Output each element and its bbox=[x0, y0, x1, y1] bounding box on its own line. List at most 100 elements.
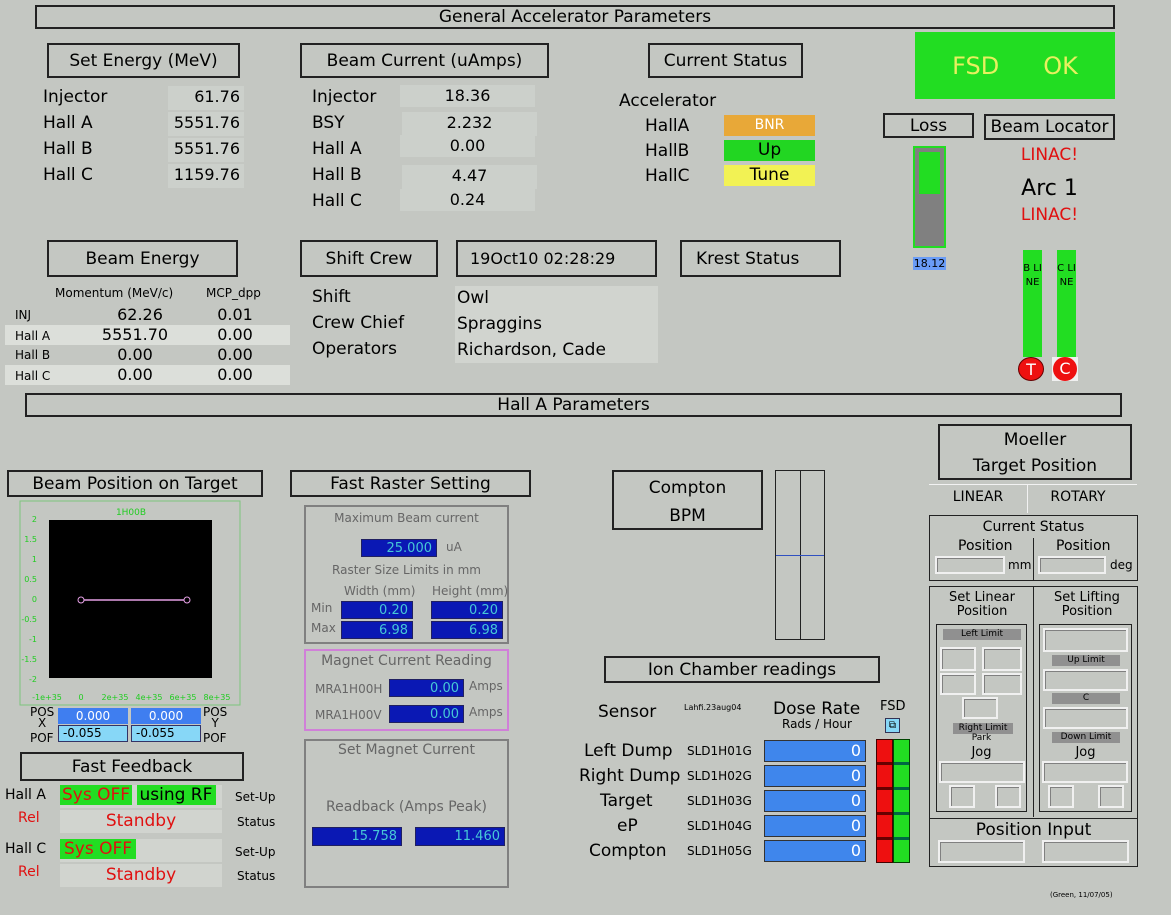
ion-chamber-title: Ion Chamber readings bbox=[604, 656, 880, 683]
accelerator-label: Accelerator bbox=[619, 91, 717, 111]
pof-x-input[interactable]: -0.055 bbox=[58, 725, 128, 742]
row-momentum: 0.00 bbox=[117, 345, 153, 364]
ff-halla-setup[interactable]: Set-Up bbox=[235, 790, 275, 804]
datetime-display: 19Oct10 02:28:29 bbox=[456, 240, 657, 277]
magnet-reading-panel: Magnet Current Reading MRA1H00H 0.00 Amp… bbox=[304, 649, 509, 731]
position-input-lifting[interactable] bbox=[1042, 840, 1129, 863]
ff-hallc-setup[interactable]: Set-Up bbox=[235, 845, 275, 859]
beam-current-title: Beam Current (uAmps) bbox=[300, 43, 549, 78]
jog-label-linear: Jog bbox=[971, 745, 992, 760]
linear-btn-5[interactable] bbox=[962, 697, 998, 719]
lift-btn-1[interactable] bbox=[1043, 628, 1128, 652]
down-limit-label: Down Limit bbox=[1052, 732, 1120, 743]
beam-current-hallc: 0.24 bbox=[400, 189, 535, 211]
ion-sensor-2: SLD1H02G bbox=[687, 769, 752, 783]
shift-value: Owl bbox=[457, 288, 490, 308]
fsd-reset-icon[interactable]: ⧉ bbox=[885, 718, 900, 733]
linear-btn-4[interactable] bbox=[982, 673, 1022, 695]
dose-target: 0 bbox=[764, 790, 866, 812]
mag2-value: 0.00 bbox=[389, 705, 464, 723]
mag1-unit: Amps bbox=[469, 679, 503, 693]
ion-label-left-dump: Left Dump bbox=[584, 741, 673, 761]
t-button[interactable]: T bbox=[1018, 357, 1044, 381]
beam-current-halla: 0.00 bbox=[400, 135, 535, 157]
beam-locator-line3: LINAC! bbox=[1020, 205, 1079, 225]
dose-left-dump: 0 bbox=[764, 740, 866, 762]
jog-linear-input[interactable] bbox=[939, 761, 1025, 783]
hallc-status-label: HallC bbox=[645, 166, 690, 186]
linear-btn-2[interactable] bbox=[982, 647, 1022, 671]
loss-title: Loss bbox=[883, 113, 974, 138]
beam-current-bsy: 2.232 bbox=[402, 112, 537, 136]
jog-lifting-input[interactable] bbox=[1042, 761, 1128, 783]
ion-label-ep: eP bbox=[617, 816, 638, 836]
tab-linear[interactable]: LINEAR bbox=[929, 489, 1027, 505]
rads-header: Rads / Hour bbox=[782, 717, 852, 731]
plot-label: 1H00B bbox=[116, 508, 146, 518]
set-magnet-panel: Set Magnet Current Readback (Amps Peak) … bbox=[304, 739, 509, 888]
pos-x-label: POS X bbox=[30, 705, 55, 730]
beam-energy-row: INJ 62.26 0.01 bbox=[5, 305, 290, 325]
ff-halla-sys-off: Sys OFF bbox=[60, 785, 133, 805]
max-current-label: Maximum Beam current bbox=[334, 511, 479, 525]
raster-limits-label: Raster Size Limits in mm bbox=[332, 563, 481, 577]
jog-lifting-plus[interactable] bbox=[1098, 785, 1124, 808]
lifting-controls: Up Limit C Down Limit Jog bbox=[1039, 624, 1132, 812]
ion-file-label: Lahfi.23aug04 bbox=[684, 703, 742, 712]
jog-lifting-minus[interactable] bbox=[1048, 785, 1074, 808]
beam-current-label-bsy: BSY bbox=[312, 113, 345, 133]
min-width-input[interactable]: 0.20 bbox=[341, 601, 413, 619]
rotary-position-display bbox=[1038, 556, 1106, 574]
tab-divider bbox=[1027, 485, 1028, 513]
y-tick-label: -1 bbox=[29, 635, 37, 644]
x-tick-label: 6e+35 bbox=[170, 693, 197, 702]
dose-compton: 0 bbox=[764, 840, 866, 862]
c-line-bar: C LINE bbox=[1057, 250, 1076, 357]
hallc-status-indicator: Tune bbox=[724, 165, 815, 186]
max-current-value[interactable]: 25.000 bbox=[361, 539, 437, 557]
ion-sensor-1: SLD1H01G bbox=[687, 744, 752, 758]
max-width-input[interactable]: 6.98 bbox=[341, 621, 413, 639]
hallb-status-indicator: Up bbox=[724, 140, 815, 161]
b-line-bar: B LINE bbox=[1023, 250, 1042, 357]
row-label: INJ bbox=[15, 308, 32, 322]
min-height-input[interactable]: 0.20 bbox=[431, 601, 503, 619]
shift-label: Shift bbox=[312, 287, 351, 307]
shift-crew-values: Owl Spraggins Richardson, Cade bbox=[455, 286, 658, 363]
beam-current-hallb: 4.47 bbox=[402, 165, 537, 189]
compton-bpm-gauge bbox=[775, 470, 825, 640]
position-input-linear[interactable] bbox=[938, 840, 1025, 863]
max-height-input[interactable]: 6.98 bbox=[431, 621, 503, 639]
hallb-status-label: HallB bbox=[645, 141, 690, 161]
x-tick-label: 4e+35 bbox=[136, 693, 163, 702]
pof-y-input[interactable]: -0.055 bbox=[131, 725, 201, 742]
jog-linear-minus[interactable] bbox=[949, 785, 975, 808]
ff-halla-using-rf: using RF bbox=[137, 785, 217, 805]
mcs-divider bbox=[1033, 538, 1034, 580]
ff-halla-rel: Rel bbox=[18, 810, 40, 826]
set-lifting-title: Set Lifting Position bbox=[1054, 590, 1120, 619]
lift-btn-2[interactable] bbox=[1043, 669, 1128, 691]
c-button[interactable]: C bbox=[1053, 357, 1077, 381]
x-tick-label: -1e+35 bbox=[32, 693, 62, 702]
beam-current-label-halla: Hall A bbox=[312, 139, 362, 159]
ion-label-compton: Compton bbox=[589, 841, 667, 861]
beam-position-svg: 1H00B 2 1.5 1 0.5 0 -0.5 -1 -1.5 -2 -1e+35 0 2e+35… bbox=[19, 500, 241, 706]
jog-linear-plus[interactable] bbox=[995, 785, 1021, 808]
moeller-title: Moeller Target Position bbox=[938, 424, 1132, 480]
general-title: General Accelerator Parameters bbox=[35, 5, 1115, 29]
linear-btn-1[interactable] bbox=[940, 647, 976, 671]
y-tick-label: 1 bbox=[32, 555, 37, 564]
beam-locator-line1: LINAC! bbox=[1020, 145, 1079, 165]
linear-btn-3[interactable] bbox=[940, 673, 976, 695]
row-dpp: 0.00 bbox=[217, 345, 253, 364]
height-label: Height (mm) bbox=[432, 584, 509, 598]
ion-sensor-5: SLD1H05G bbox=[687, 844, 752, 858]
tab-rotary[interactable]: ROTARY bbox=[1029, 489, 1127, 505]
beam-energy-row: Hall A 5551.70 0.00 bbox=[5, 325, 290, 345]
pof-y-label: POF bbox=[203, 731, 227, 745]
lift-btn-3[interactable] bbox=[1043, 707, 1128, 729]
row-label: Hall C bbox=[15, 369, 51, 383]
fsd-label: FSD bbox=[952, 51, 1000, 80]
pos-y-label: POS Y bbox=[203, 705, 228, 730]
